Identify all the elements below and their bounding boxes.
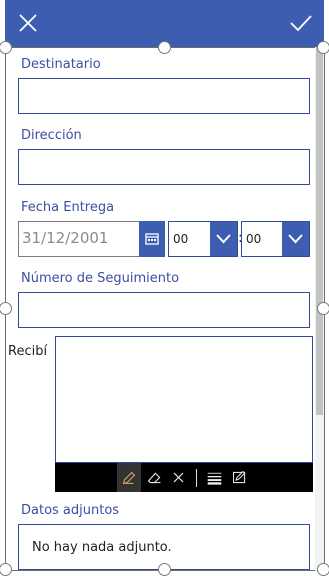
hour-dropdown[interactable]: 00 [168,221,238,257]
scrollbar-thumb[interactable] [316,47,323,415]
signature-pen-input[interactable] [55,336,313,463]
numero-seguimiento-input[interactable] [18,292,310,328]
hour-value: 00 [173,232,189,246]
calendar-icon[interactable] [139,221,165,257]
attachments-empty-text: No hay nada adjunto. [32,540,172,555]
color-pen-icon[interactable] [227,463,251,492]
resize-handle[interactable] [317,41,329,54]
resize-handle[interactable] [317,302,329,315]
minute-value: 00 [246,232,262,246]
destinatario-label: Destinatario [21,57,101,72]
resize-handle[interactable] [158,563,171,576]
numero-seguimiento-label: Número de Seguimiento [21,271,180,286]
fecha-entrega-label: Fecha Entrega [21,200,115,215]
resize-handle[interactable] [317,563,329,576]
pen-toolbar [55,463,313,492]
checkmark-icon[interactable] [288,10,314,36]
stroke-width-icon[interactable] [203,463,225,492]
chevron-down-icon[interactable] [282,222,309,256]
datos-adjuntos-label: Datos adjuntos [21,503,120,518]
clear-icon[interactable] [167,463,189,492]
close-icon[interactable] [15,10,41,36]
pen-icon[interactable] [117,463,141,492]
chevron-down-icon[interactable] [210,222,237,256]
date-placeholder: 31/12/2001 [22,229,109,247]
direccion-label: Dirección [21,128,82,143]
destinatario-input[interactable] [18,78,310,114]
direccion-input[interactable] [18,149,310,185]
resize-handle[interactable] [0,563,12,576]
recibi-label: Recibí [8,344,48,359]
toolbar-separator [195,463,197,492]
eraser-icon[interactable] [143,463,165,492]
date-picker-input[interactable]: 31/12/2001 [18,221,140,257]
resize-handle[interactable] [158,41,171,54]
header-bar [5,0,324,47]
minute-dropdown[interactable]: 00 [241,221,310,257]
